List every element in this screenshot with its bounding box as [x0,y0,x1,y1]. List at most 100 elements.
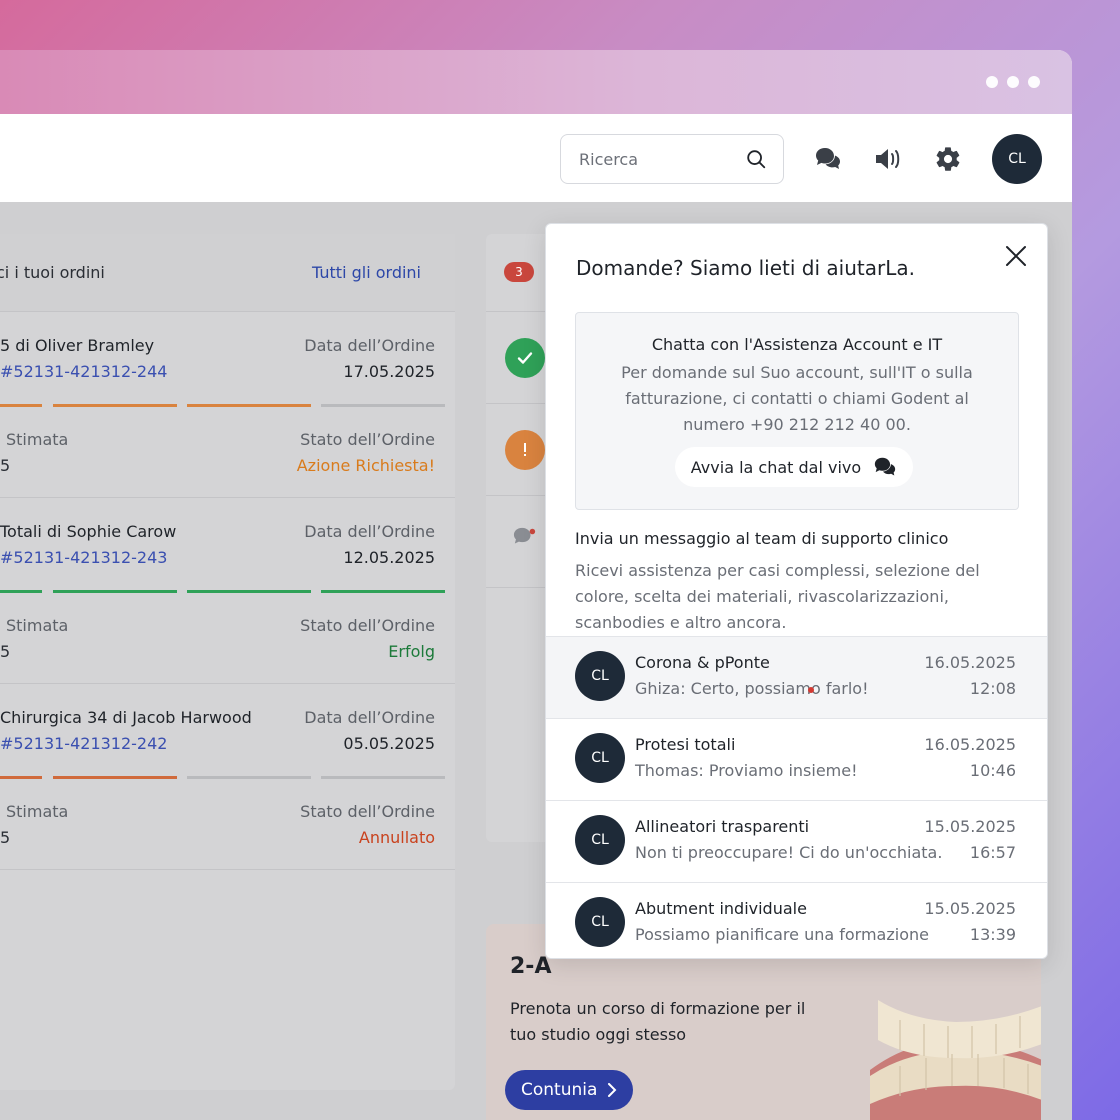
order-date: 05.05.2025 [343,734,435,753]
estimate-value: 5 [0,642,11,661]
order-name: Totali di Sophie Carow [0,522,177,541]
thread-time: 16:57 [969,843,1016,862]
orders-title: ci i tuoi ordini [0,263,105,282]
gear-icon[interactable] [932,143,964,175]
order-name: Chirurgica 34 di Jacob Harwood [0,708,252,727]
window-titlebar [0,50,1072,114]
speaker-icon[interactable] [872,143,904,175]
progress-segment [0,590,42,593]
order-name: 5 di Oliver Bramley [0,336,155,355]
avatar: CL [575,897,625,947]
thread-title: Protesi totali [635,735,736,754]
thread-date: 16.05.2025 [924,653,1016,672]
avatar: CL [575,733,625,783]
chat-bubbles-icon[interactable] [812,143,844,175]
chat-title: Chatta con l'Assistenza Account e IT [651,335,943,354]
thread-time: 12:08 [969,679,1016,698]
order-date: 12.05.2025 [343,548,435,567]
thread-last-message: Ghiza: Certo, possiamo farlo! [635,679,869,698]
order-progress-bar [0,404,445,407]
continue-button-label: Contunia [521,1080,598,1100]
order-progress-bar [0,776,445,779]
estimate-value: 5 [0,456,11,475]
order-status: Annullato [358,828,435,847]
search-box[interactable] [560,134,784,184]
search-input[interactable] [579,149,729,169]
progress-segment [321,404,445,407]
order-number-link[interactable]: #52131-421312-244 [0,362,167,381]
promo-text: Prenota un corso di formazione per il tu… [510,999,806,1044]
progress-segment [53,590,177,593]
estimate-label: Stimata [6,616,69,635]
thread-item[interactable]: CL Allineatori trasparenti Non ti preocc… [546,800,1047,882]
order-number-link[interactable]: #52131-421312-243 [0,548,167,567]
thread-date: 15.05.2025 [924,899,1016,918]
dot-icon [986,76,998,88]
check-icon [505,338,545,378]
thread-last-message: Possiamo pianificare una formazione [635,925,929,944]
thread-item[interactable]: CL Corona & pPonte Ghiza: Certo, possiam… [546,636,1047,718]
order-status: Erfolg [388,642,435,661]
thread-date: 15.05.2025 [924,817,1016,836]
dot-icon [1007,76,1019,88]
notification-count-badge: 3 [504,262,534,282]
order-date: 17.05.2025 [343,362,435,381]
clinical-support-title: Invia un messaggio al team di supporto c… [575,529,949,548]
thread-item[interactable]: CL Abutment individuale Possiamo pianifi… [546,882,1047,958]
help-title: Domande? Siamo lieti di aiutarLa. [576,256,915,280]
unread-dot-icon [808,687,814,693]
thread-title: Abutment individuale [635,899,807,918]
order-row[interactable]: Chirurgica 34 di Jacob Harwood #52131-42… [0,684,455,870]
progress-segment [187,776,311,779]
chevron-right-icon [608,1083,617,1097]
order-number-link[interactable]: #52131-421312-242 [0,734,167,753]
start-live-chat-button[interactable]: Avvia la chat dal vivo [675,447,913,487]
order-status-label: Stato dell’Ordine [300,430,435,449]
order-date-label: Data dell’Ordine [304,336,435,355]
warning-icon [505,430,545,470]
order-date-label: Data dell’Ordine [304,708,435,727]
estimate-value: 5 [0,828,11,847]
user-avatar[interactable]: CL [992,134,1042,184]
thread-last-message: Thomas: Proviamo insieme! [635,761,858,780]
dentures-image [870,1000,1041,1120]
order-row[interactable]: Totali di Sophie Carow #52131-421312-243… [0,498,455,684]
avatar: CL [575,651,625,701]
search-icon[interactable] [745,148,767,170]
avatar: CL [575,815,625,865]
thread-title: Corona & pPonte [635,653,770,672]
progress-segment [0,404,42,407]
thread-date: 16.05.2025 [924,735,1016,754]
top-toolbar: CL [0,114,1072,202]
estimate-label: Stimata [6,802,69,821]
window-menu-dots[interactable] [986,76,1040,88]
continue-button[interactable]: Contunia [505,1070,634,1110]
estimate-label: Stimata [6,430,69,449]
chat-description: Per domande sul Suo account, sull'IT o s… [621,363,973,434]
progress-segment [53,776,177,779]
progress-segment [321,590,445,593]
orders-header: ci i tuoi ordini Tutti gli ordini [0,234,455,312]
order-row[interactable]: 5 di Oliver Bramley #52131-421312-244 Da… [0,312,455,498]
close-button[interactable] [1004,244,1028,268]
chat-bubbles-icon [512,526,538,554]
order-date-label: Data dell’Ordine [304,522,435,541]
dot-icon [1028,76,1040,88]
thread-time: 13:39 [969,925,1016,944]
order-status: Azione Richiesta! [296,456,435,475]
progress-segment [187,404,311,407]
thread-time: 10:46 [969,761,1016,780]
thread-last-message: Non ti preoccupare! Ci do un'occhiata. [635,843,943,862]
help-popover: Domande? Siamo lieti di aiutarLa. Chatta… [545,223,1048,959]
progress-segment [53,404,177,407]
order-progress-bar [0,590,445,593]
thread-item[interactable]: CL Protesi totali Thomas: Proviamo insie… [546,718,1047,800]
all-orders-link[interactable]: Tutti gli ordini [312,263,421,282]
chat-bubbles-icon [875,457,896,476]
orders-list: 5 di Oliver Bramley #52131-421312-244 Da… [0,312,455,870]
progress-segment [187,590,311,593]
progress-segment [321,776,445,779]
order-status-label: Stato dell’Ordine [300,616,435,635]
live-chat-label: Avvia la chat dal vivo [690,457,862,477]
close-icon [1006,246,1026,266]
